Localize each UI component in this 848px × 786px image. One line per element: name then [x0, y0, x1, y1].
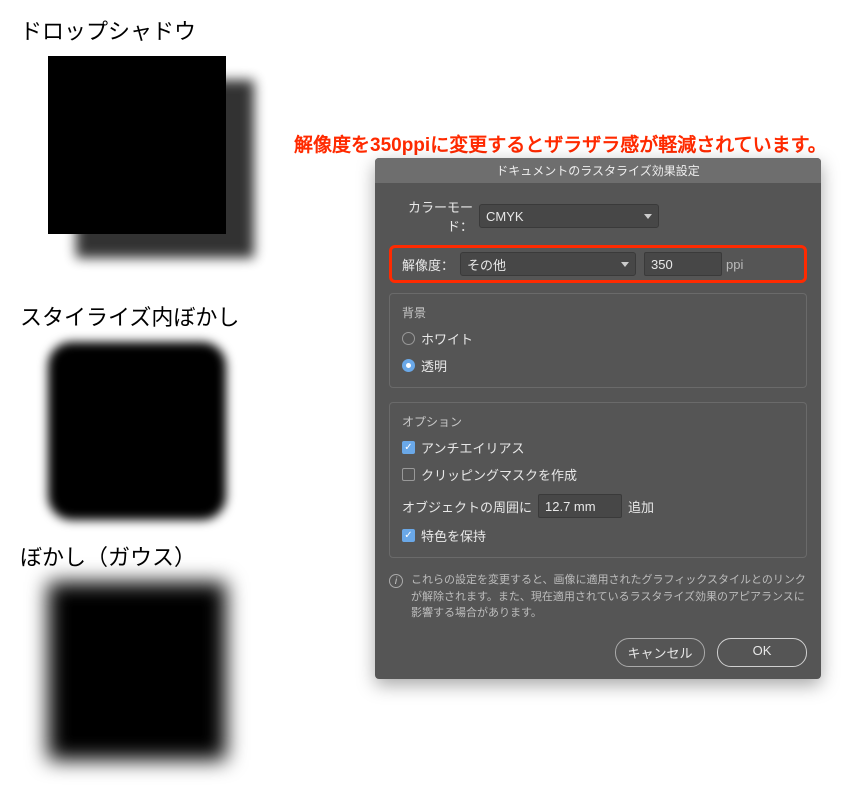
resolution-row-highlighted: 解像度： その他 350 ppi	[389, 245, 807, 283]
dialog-title: ドキュメントのラスタライズ効果設定	[375, 158, 821, 183]
options-group-label: オプション	[402, 413, 794, 430]
info-row: i これらの設定を変更すると、画像に適用されたグラフィックスタイルとのリンクが解…	[389, 572, 807, 622]
options-group: オプション アンチエイリアス クリッピングマスクを作成 オブジェクトの周囲に 1…	[389, 402, 807, 558]
background-group: 背景 ホワイト 透明	[389, 293, 807, 388]
chevron-down-icon	[644, 214, 652, 219]
sample1-section: ドロップシャドウ	[20, 14, 258, 286]
color-mode-row: カラーモード： CMYK	[389, 197, 807, 235]
dialog-body: カラーモード： CMYK 解像度： その他 350 ppi 背景 ホワイト	[375, 183, 821, 679]
antialias-label: アンチエイリアス	[421, 438, 524, 457]
annotation-text: 解像度を350ppiに変更するとザラザラ感が軽減されています。	[294, 130, 827, 157]
sample3-section: ぼかし（ガウス）	[20, 540, 258, 760]
radio-transparent[interactable]	[402, 359, 415, 372]
radio-white-row[interactable]: ホワイト	[402, 329, 794, 348]
around-prefix: オブジェクトの周囲に	[402, 497, 532, 516]
sample3-label: ぼかし（ガウス）	[20, 540, 258, 572]
resolution-value: 350	[651, 257, 673, 272]
chevron-down-icon	[621, 262, 629, 267]
button-row: キャンセル OK	[389, 638, 807, 667]
info-text: これらの設定を変更すると、画像に適用されたグラフィックスタイルとのリンクが解除さ…	[411, 572, 807, 622]
color-mode-label: カラーモード：	[389, 197, 479, 235]
left-sample-column: ドロップシャドウ スタイライズ内ぼかし ぼかし（ガウス）	[20, 14, 258, 774]
resolution-preset-value: その他	[467, 255, 506, 274]
radio-transparent-label: 透明	[421, 356, 447, 375]
preserve-spot-row[interactable]: 特色を保持	[402, 526, 794, 545]
around-suffix: 追加	[628, 497, 654, 516]
sample1-square	[48, 56, 226, 234]
sample2-section: スタイライズ内ぼかし	[20, 300, 258, 520]
around-input[interactable]: 12.7 mm	[538, 494, 622, 518]
sample2-stylize-blur	[48, 342, 226, 520]
radio-transparent-row[interactable]: 透明	[402, 356, 794, 375]
preserve-spot-label: 特色を保持	[421, 526, 486, 545]
resolution-input[interactable]: 350	[644, 252, 722, 276]
around-object-row: オブジェクトの周囲に 12.7 mm 追加	[402, 494, 794, 518]
clipping-row[interactable]: クリッピングマスクを作成	[402, 465, 794, 484]
sample2-label: スタイライズ内ぼかし	[20, 300, 258, 332]
sample3-gaussian-blur	[48, 582, 226, 760]
radio-white[interactable]	[402, 332, 415, 345]
ok-button[interactable]: OK	[717, 638, 807, 667]
sample1-dropshadow	[48, 56, 258, 286]
resolution-preset-select[interactable]: その他	[460, 252, 636, 276]
sample1-label: ドロップシャドウ	[20, 14, 258, 46]
info-icon: i	[389, 574, 403, 588]
antialias-checkbox[interactable]	[402, 441, 415, 454]
resolution-unit: ppi	[726, 257, 743, 272]
clipping-label: クリッピングマスクを作成	[421, 465, 577, 484]
color-mode-select[interactable]: CMYK	[479, 204, 659, 228]
resolution-label: 解像度：	[398, 255, 460, 274]
radio-white-label: ホワイト	[421, 329, 473, 348]
around-value: 12.7 mm	[545, 499, 596, 514]
preserve-spot-checkbox[interactable]	[402, 529, 415, 542]
rasterize-effect-settings-dialog: ドキュメントのラスタライズ効果設定 カラーモード： CMYK 解像度： その他 …	[375, 158, 821, 679]
color-mode-value: CMYK	[486, 209, 524, 224]
background-group-label: 背景	[402, 304, 794, 321]
cancel-button[interactable]: キャンセル	[615, 638, 705, 667]
clipping-checkbox[interactable]	[402, 468, 415, 481]
antialias-row[interactable]: アンチエイリアス	[402, 438, 794, 457]
